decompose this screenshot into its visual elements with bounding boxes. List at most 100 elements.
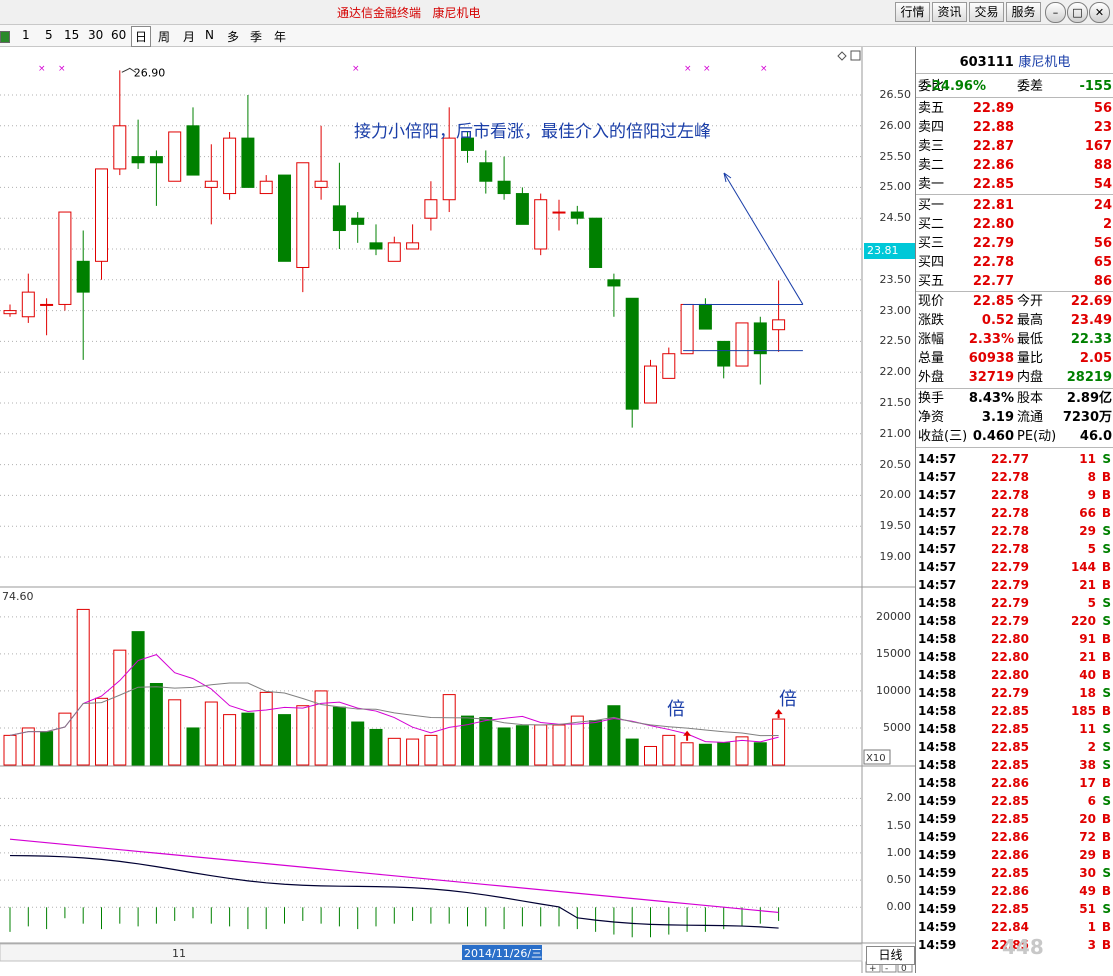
tick-price: 22.78 <box>991 470 1029 484</box>
month-label: 11 <box>172 947 186 960</box>
tick-time: 14:59 <box>918 920 957 934</box>
bei-label: 倍 <box>667 699 685 720</box>
volume-bar <box>113 649 127 766</box>
zoom-button-label: + <box>869 964 877 973</box>
period-week[interactable]: 周 <box>158 28 170 45</box>
close-icon[interactable]: ✕ <box>1089 2 1110 23</box>
app-title: 通达信金融终端 康尼机电 <box>337 6 481 20</box>
divider <box>916 388 1113 389</box>
tick-price: 22.77 <box>991 452 1029 466</box>
tick-price: 22.79 <box>991 578 1029 592</box>
kline-svg[interactable]: 26.90 × × × × × × 接力小倍阳，后市看涨，最佳介入的倍阳过左峰 74.60 X10… <box>0 47 915 974</box>
tick-time: 14:57 <box>918 524 957 538</box>
stat-value: 22.69 <box>1070 294 1112 309</box>
tick-price: 22.85 <box>991 758 1029 772</box>
candle-body <box>332 205 346 232</box>
ask-row: 卖五 22.89 56 <box>916 100 1113 118</box>
tick-row: 14:57 22.78 8 B <box>916 468 1113 486</box>
candle-body <box>21 291 35 318</box>
period-multi[interactable]: 多 <box>227 28 239 45</box>
candle-body <box>753 322 767 355</box>
candle-body <box>442 137 456 201</box>
ask-price: 22.85 <box>972 177 1014 192</box>
stat-value: 22.85 <box>972 294 1014 309</box>
volume-bar <box>3 734 17 766</box>
stat-value: 60938 <box>968 351 1014 366</box>
candle-body <box>680 303 694 355</box>
ask-label: 卖三 <box>918 139 945 154</box>
tick-volume: 5 <box>1087 596 1096 610</box>
volume-bar <box>149 683 163 766</box>
service-button[interactable]: 服务 <box>1006 2 1041 22</box>
period-5min[interactable]: 5 <box>45 28 53 42</box>
tick-time: 14:58 <box>918 632 957 646</box>
bid-row: 买五 22.77 86 <box>916 273 1113 291</box>
tick-row: 14:58 22.80 40 B <box>916 666 1113 684</box>
volume-bar <box>21 727 35 766</box>
volume-bar <box>351 721 365 766</box>
tick-time: 14:57 <box>918 542 957 556</box>
stat-value: 23.49 <box>1070 313 1112 328</box>
tick-time: 14:58 <box>918 758 957 772</box>
fundamental-row: 换手 8.43% 股本 2.89亿 <box>916 390 1113 408</box>
tick-time: 14:58 <box>918 686 957 700</box>
period-n[interactable]: N <box>205 28 214 42</box>
tick-time: 14:58 <box>918 740 957 754</box>
tick-volume: 38 <box>1079 758 1096 772</box>
fundamental-row: 净资 3.19 流通 7230万 <box>916 409 1113 427</box>
price-tick-label: 22.50 <box>879 334 912 348</box>
tick-row: 14:57 22.78 66 B <box>916 504 1113 522</box>
settings-diamond-icon <box>837 51 847 61</box>
period-year[interactable]: 年 <box>274 28 286 45</box>
macd-tick-label: 0.50 <box>886 873 912 887</box>
tick-row: 14:58 22.79 5 S <box>916 594 1113 612</box>
macd-tick-label: 1.50 <box>886 818 912 832</box>
period-1min[interactable]: 1 <box>22 28 30 42</box>
daily-tab[interactable]: 日线 <box>866 946 915 965</box>
tick-side: S <box>1102 794 1111 808</box>
period-month[interactable]: 月 <box>183 28 195 45</box>
minimize-icon[interactable]: – <box>1045 2 1066 23</box>
tick-volume: 29 <box>1079 848 1096 862</box>
period-60min[interactable]: 60 <box>111 28 126 42</box>
period-day[interactable]: 日 <box>131 26 152 47</box>
tick-price: 22.78 <box>991 506 1029 520</box>
up-arrow-icon <box>774 709 783 719</box>
price-tick-label: 19.50 <box>879 519 912 533</box>
price-tick-label: 22.00 <box>879 365 912 379</box>
chart-mode-icon[interactable] <box>0 31 10 43</box>
tick-volume: 220 <box>1070 614 1096 628</box>
watermark: 448 <box>1002 935 1044 959</box>
price-tick-label: 25.50 <box>879 149 912 163</box>
ask-price: 22.86 <box>972 158 1014 173</box>
news-button[interactable]: 资讯 <box>932 2 967 22</box>
arrow-head-icon <box>723 172 732 183</box>
tick-volume: 185 <box>1070 704 1096 718</box>
restore-icon[interactable]: □ <box>1067 2 1088 23</box>
period-bar: 1 5 15 30 60 日 周 月 N 多 季 年 <box>0 25 1113 47</box>
candle-body <box>644 365 657 404</box>
candle-body <box>515 193 529 225</box>
tick-row: 14:58 22.85 2 S <box>916 738 1113 756</box>
candle-body <box>186 125 200 176</box>
trade-button[interactable]: 交易 <box>969 2 1004 22</box>
candle-body <box>259 180 273 195</box>
period-30min[interactable]: 30 <box>88 28 103 42</box>
stat-label: 外盘 <box>918 370 945 385</box>
candle-body <box>149 156 163 164</box>
tick-time: 14:59 <box>918 938 957 952</box>
price-tick-label: 21.50 <box>879 396 912 409</box>
quote-panel: 603111 康尼机电 委比 -24.96% 委差 -155 卖五 22.89 56 卖四… <box>915 47 1113 973</box>
stat-value: 28219 <box>1066 370 1112 385</box>
chart-area[interactable]: 26.90 × × × × × × 接力小倍阳，后市看涨，最佳介入的倍阳过左峰 74.60 X10… <box>0 47 915 974</box>
tick-time: 14:58 <box>918 614 957 628</box>
tick-side: B <box>1101 560 1111 574</box>
volume-bar <box>662 734 676 766</box>
period-15min[interactable]: 15 <box>64 28 79 42</box>
market-button[interactable]: 行情 <box>895 2 930 22</box>
volume-bar <box>40 731 54 766</box>
period-quarter[interactable]: 季 <box>250 28 262 45</box>
tick-time: 14:57 <box>918 560 957 574</box>
volume-bar <box>259 691 273 766</box>
ask-label: 卖五 <box>918 101 945 116</box>
